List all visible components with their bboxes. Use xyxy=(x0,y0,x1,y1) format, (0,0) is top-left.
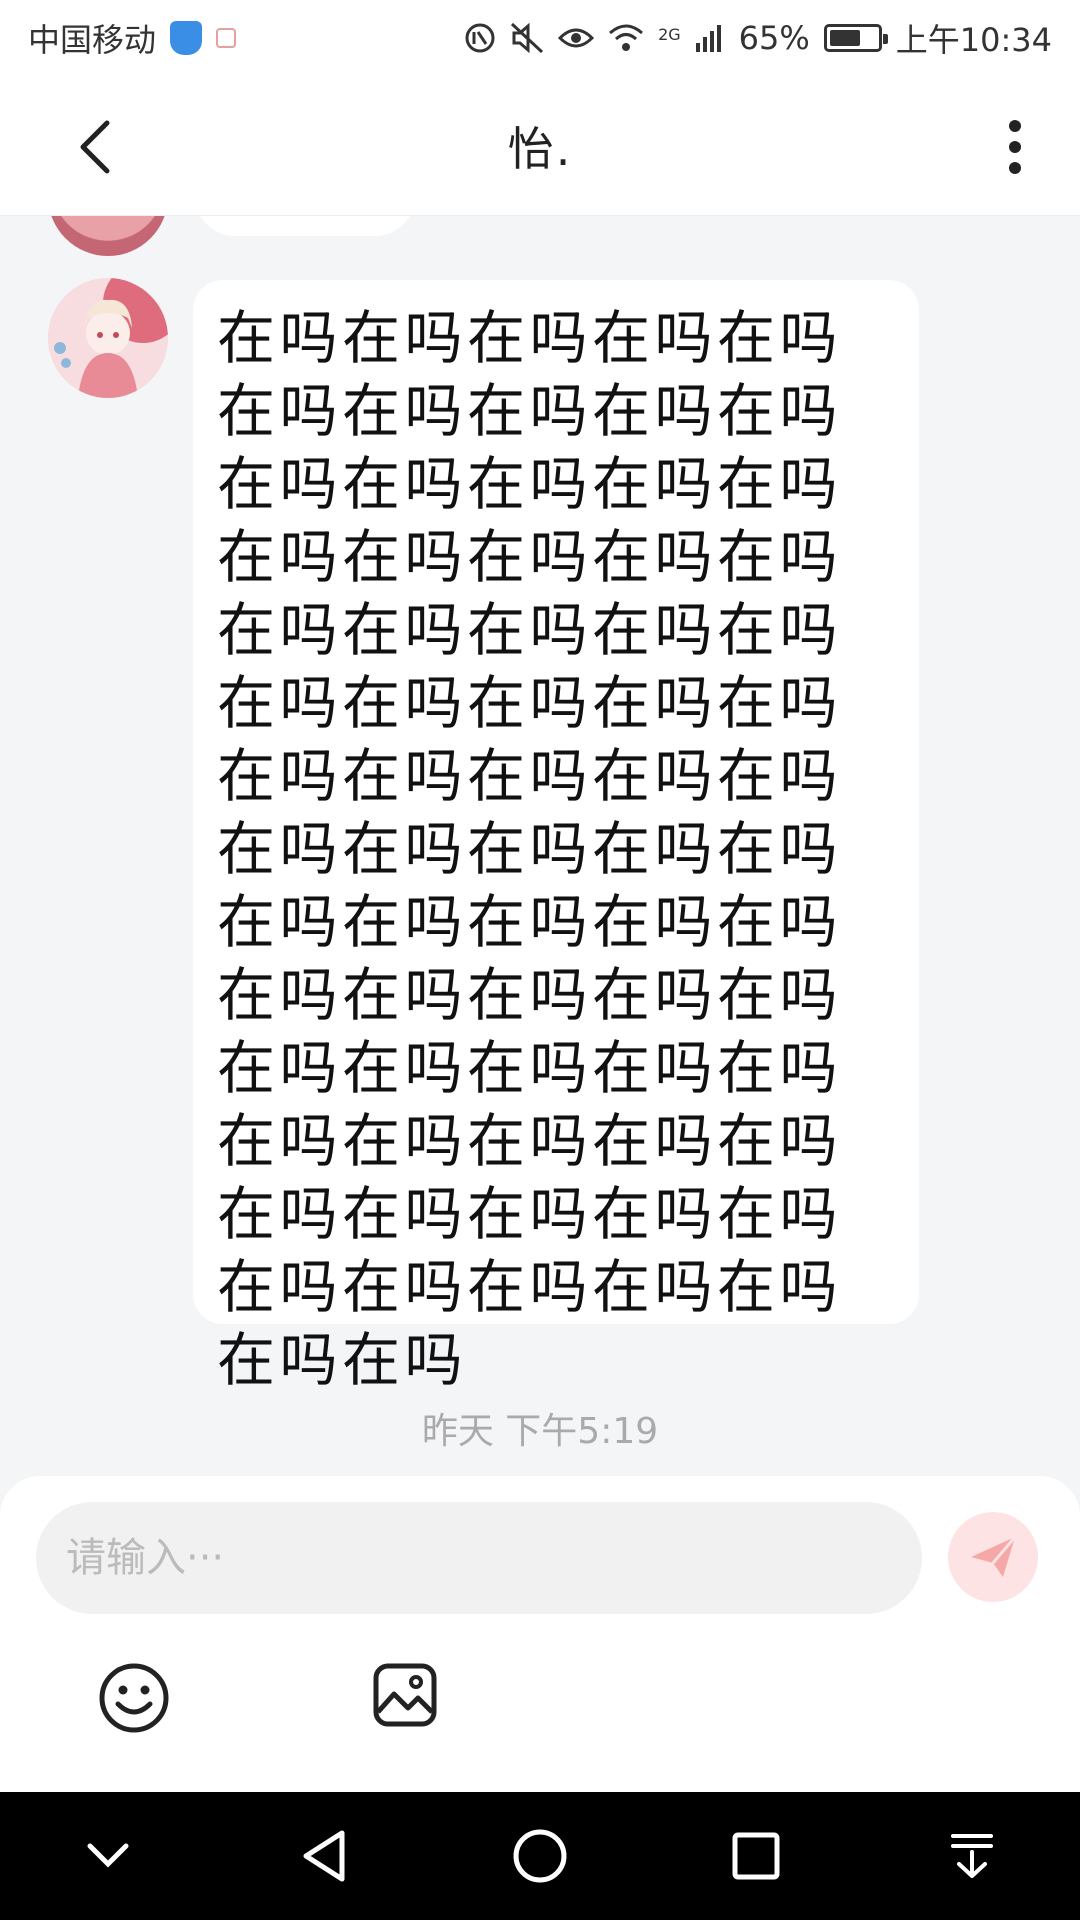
previous-message-bubble[interactable] xyxy=(195,216,415,236)
battery-icon xyxy=(823,24,888,52)
nav-home-button[interactable] xyxy=(495,1811,585,1901)
chevron-left-icon xyxy=(80,120,110,174)
notification-shade-button[interactable] xyxy=(927,1811,1017,1901)
chevron-down-icon xyxy=(87,1843,129,1868)
network-type: 2G xyxy=(658,25,681,44)
back-triangle-icon xyxy=(303,1830,345,1882)
status-right: 2G 65% 上午10:34 xyxy=(464,15,1052,61)
hide-nav-button[interactable] xyxy=(63,1811,153,1901)
battery-fill xyxy=(829,30,860,46)
sender-avatar[interactable] xyxy=(48,278,168,398)
carrier-name: 中国移动 xyxy=(28,21,157,59)
emoji-icon xyxy=(99,1663,169,1733)
previous-avatar[interactable] xyxy=(48,216,168,256)
more-options-button[interactable] xyxy=(980,112,1050,182)
nav-recents-button[interactable] xyxy=(711,1811,801,1901)
emoji-button[interactable] xyxy=(98,1662,170,1734)
battery-percent: 65% xyxy=(738,19,810,57)
recents-square-icon xyxy=(732,1832,780,1880)
send-button[interactable] xyxy=(948,1512,1038,1602)
signal-icon xyxy=(695,23,725,53)
eye-comfort-icon xyxy=(558,24,595,52)
send-icon xyxy=(971,1536,1017,1577)
chat-title: 怡. xyxy=(507,121,573,176)
message-bubble[interactable]: 在吗在吗在吗在吗在吗在吗在吗在吗在吗在吗在吗在吗在吗在吗在吗在吗在吗在吗在吗在吗… xyxy=(193,280,919,1394)
wifi-icon xyxy=(608,23,644,53)
status-left: 中国移动 xyxy=(28,15,237,61)
status-bar: 中国移动 2G 65% 上午10:34 xyxy=(0,0,1080,76)
message-timestamp: 昨天 下午5:19 xyxy=(421,1411,659,1452)
mute-icon xyxy=(510,22,544,54)
hd-call-icon xyxy=(464,22,496,54)
pull-down-icon xyxy=(951,1834,993,1878)
clock: 上午10:34 xyxy=(895,21,1052,59)
image-button[interactable] xyxy=(372,1662,438,1728)
navigation-bar xyxy=(0,1792,1080,1920)
image-icon xyxy=(373,1663,437,1727)
chat-header: 怡. xyxy=(0,76,1080,216)
nav-back-button[interactable] xyxy=(279,1811,369,1901)
home-circle-icon xyxy=(513,1829,567,1883)
message-list[interactable]: 在吗在吗在吗在吗在吗在吗在吗在吗在吗在吗在吗在吗在吗在吗在吗在吗在吗在吗在吗在吗… xyxy=(0,216,1080,1476)
security-shield-icon xyxy=(170,21,203,55)
message-text: 在吗在吗在吗在吗在吗在吗在吗在吗在吗在吗在吗在吗在吗在吗在吗在吗在吗在吗在吗在吗… xyxy=(217,304,843,1394)
notification-icon xyxy=(216,28,237,48)
message-input[interactable] xyxy=(36,1502,922,1614)
more-vertical-icon xyxy=(1009,120,1021,174)
back-button[interactable] xyxy=(60,112,130,182)
composer-panel xyxy=(0,1476,1080,1792)
